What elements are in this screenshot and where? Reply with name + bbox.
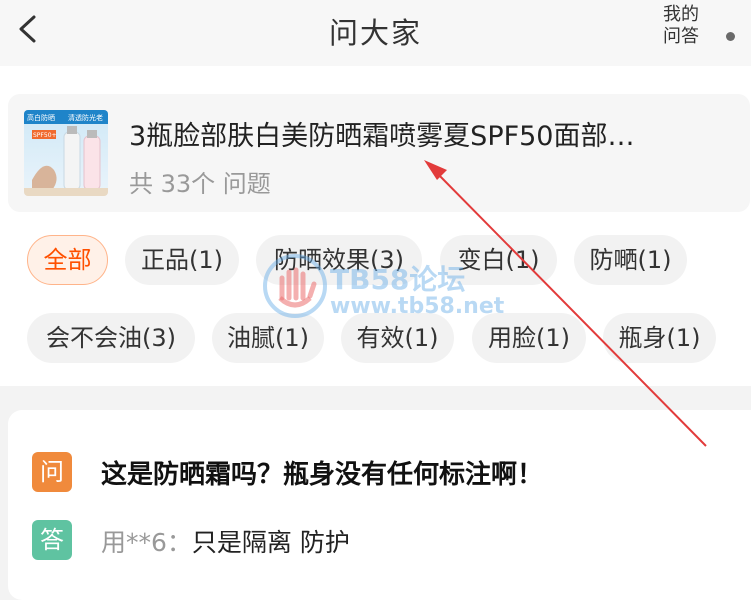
- answer-row: 用**6：只是隔离 防护: [101, 523, 350, 559]
- answer-user: 用**6：: [101, 528, 192, 557]
- tag-oily[interactable]: 会不会油(3): [27, 313, 195, 363]
- answer-badge: 答: [32, 520, 72, 560]
- product-thumbnail: 高白防晒 清透防光老 SPF50+: [24, 110, 108, 196]
- product-section: 高白防晒 清透防光老 SPF50+ 3瓶脸部肤白美防晒霜喷雾夏SPF50面部… …: [0, 66, 751, 386]
- tag-all[interactable]: 全部: [27, 235, 108, 285]
- tag-bottle[interactable]: 瓶身(1): [603, 313, 716, 363]
- tag-genuine[interactable]: 正品(1): [125, 235, 239, 285]
- tag-face-use[interactable]: 用脸(1): [472, 313, 586, 363]
- thumb-text-2: 清透防光老: [68, 113, 103, 122]
- my-qa-button[interactable]: 我的 问答: [656, 4, 706, 48]
- thumb-text-3: SPF50+: [33, 132, 57, 139]
- product-title: 3瓶脸部肤白美防晒霜喷雾夏SPF50面部…: [129, 121, 635, 152]
- question-badge: 问: [32, 452, 72, 492]
- tag-greasy[interactable]: 油腻(1): [212, 313, 324, 363]
- question-text: 这是防晒霜吗？瓶身没有任何标注啊！: [101, 460, 544, 490]
- qa-item[interactable]: 问 这是防晒霜吗？瓶身没有任何标注啊！ 答 用**6：只是隔离 防护: [8, 410, 751, 600]
- tag-sunscreen-effect[interactable]: 防晒效果(3): [256, 235, 422, 285]
- my-qa-line2: 问答: [663, 26, 699, 47]
- tag-effective[interactable]: 有效(1): [341, 313, 454, 363]
- tag-sun-protection[interactable]: 防嗮(1): [574, 235, 687, 285]
- thumb-text-1: 高白防晒: [27, 113, 55, 122]
- product-card[interactable]: 高白防晒 清透防光老 SPF50+ 3瓶脸部肤白美防晒霜喷雾夏SPF50面部… …: [8, 94, 750, 212]
- answer-text: 只是隔离 防护: [191, 528, 350, 557]
- more-icon[interactable]: [726, 26, 751, 46]
- tag-whitening[interactable]: 变白(1): [440, 235, 557, 285]
- header-bar: 问大家 我的 问答: [0, 0, 751, 66]
- my-qa-line1: 我的: [663, 4, 699, 25]
- question-count: 共 33个 问题: [129, 170, 271, 198]
- page-title: 问大家: [328, 16, 422, 50]
